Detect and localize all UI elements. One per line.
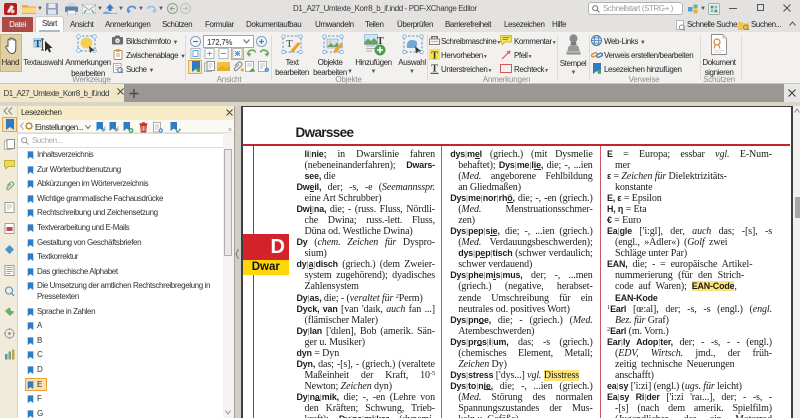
- svg-text:T: T: [431, 64, 438, 75]
- svg-text:T: T: [286, 38, 293, 50]
- svg-text:T: T: [431, 50, 438, 60]
- svg-text:T: T: [34, 39, 41, 50]
